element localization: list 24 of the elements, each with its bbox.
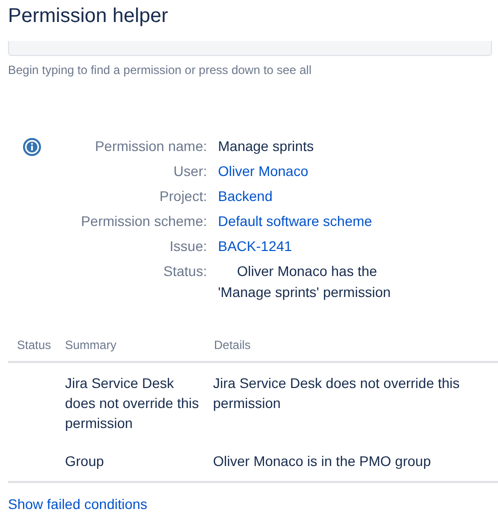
help-text: Begin typing to find a permission or press down to see all [8, 62, 312, 78]
info-icon [23, 138, 41, 156]
table-cell: Jira Service Desk does not override this permission [213, 375, 460, 411]
detail-label: Issue: [168, 237, 207, 256]
detail-label: Permission scheme: [80, 212, 207, 231]
column-header: Summary [57, 337, 205, 362]
permission-field[interactable] [8, 41, 492, 56]
show-failed-conditions-link[interactable]: Show failed conditions [8, 496, 148, 512]
detail-label: User: [172, 162, 207, 181]
detail-label: Status: [162, 262, 207, 281]
page-title: Permission helper [7, 4, 170, 28]
detail-link[interactable]: Backend [218, 186, 272, 207]
detail-label: Project: [158, 187, 207, 206]
status-text: Oliver Monaco has the 'Manage sprints' permission [218, 262, 392, 302]
column-header: Details [205, 337, 498, 362]
table-cell: Group [65, 453, 104, 469]
table-cell: Jira Service Desk does not override this permission [65, 375, 199, 431]
detail-link[interactable]: Default software scheme [218, 211, 372, 232]
detail-link[interactable]: Oliver Monaco [218, 161, 308, 182]
detail-link[interactable]: BACK-1241 [218, 236, 292, 257]
detail-label: Permission name: [94, 137, 207, 156]
detail-value: Manage sprints [218, 137, 315, 156]
table-cell: Oliver Monaco is in the PMO group [213, 453, 431, 469]
column-header: Status [8, 337, 57, 362]
